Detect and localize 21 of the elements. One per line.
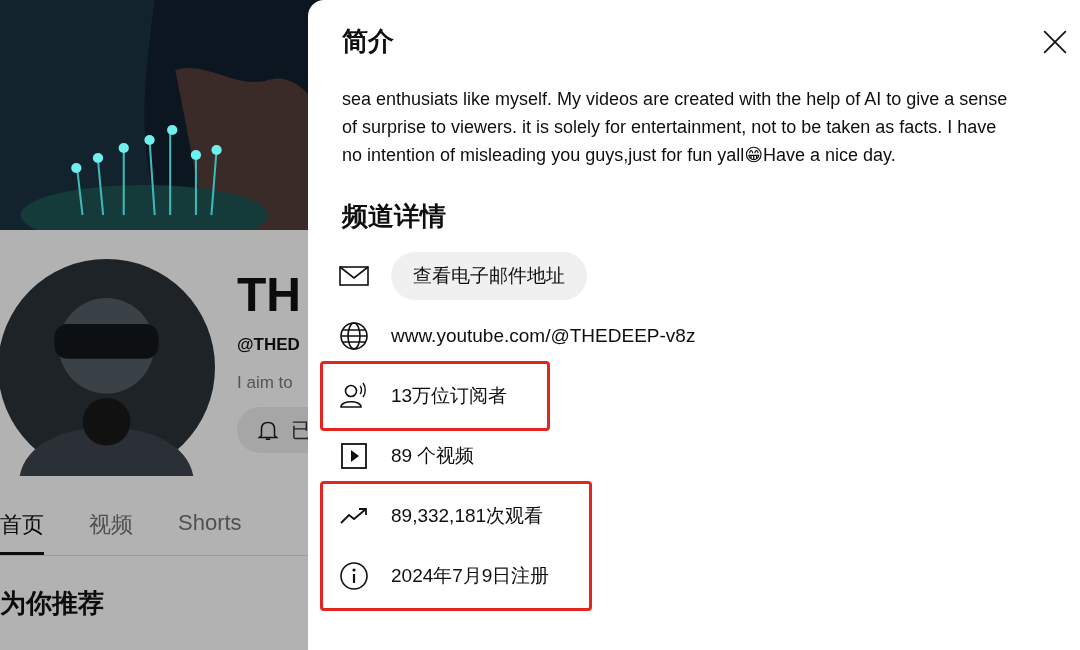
channel-name: TH [237, 267, 301, 323]
globe-icon [339, 321, 369, 351]
channel-link[interactable]: www.youtube.com/@THEDEEP-v8z [391, 325, 696, 347]
close-icon[interactable] [1042, 28, 1068, 55]
channel-tab[interactable]: Shorts [178, 505, 242, 555]
detail-text: 89 个视频 [391, 444, 475, 468]
section-heading: 频道详情 [342, 200, 447, 233]
detail-text: 2024年7月9日注册 [391, 564, 550, 588]
detail-text: 89,332,181次观看 [391, 504, 544, 528]
channel-tab[interactable]: 首页 [0, 505, 44, 555]
info-icon [339, 561, 369, 591]
detail-text: 13万位订阅者 [391, 384, 508, 408]
channel-handle: @THED [237, 335, 300, 355]
dialog-title: 简介 [342, 25, 394, 58]
channel-description: sea enthusiats like myself. My videos are created with the help of AI to give a sense of surprise to viewers. it is solely for entertainment, not to be taken as facts. I have no intention of misleading you guys,just for fun yall😁Have a nice day. [342, 88, 1009, 167]
play-icon [339, 441, 369, 471]
channel-description: I aim to [237, 373, 293, 393]
person-icon [339, 381, 369, 411]
channel-tab[interactable]: 视频 [89, 505, 133, 555]
section-heading: 为你推荐 [0, 587, 105, 620]
view-email-button[interactable]: 查看电子邮件地址 [391, 252, 587, 300]
